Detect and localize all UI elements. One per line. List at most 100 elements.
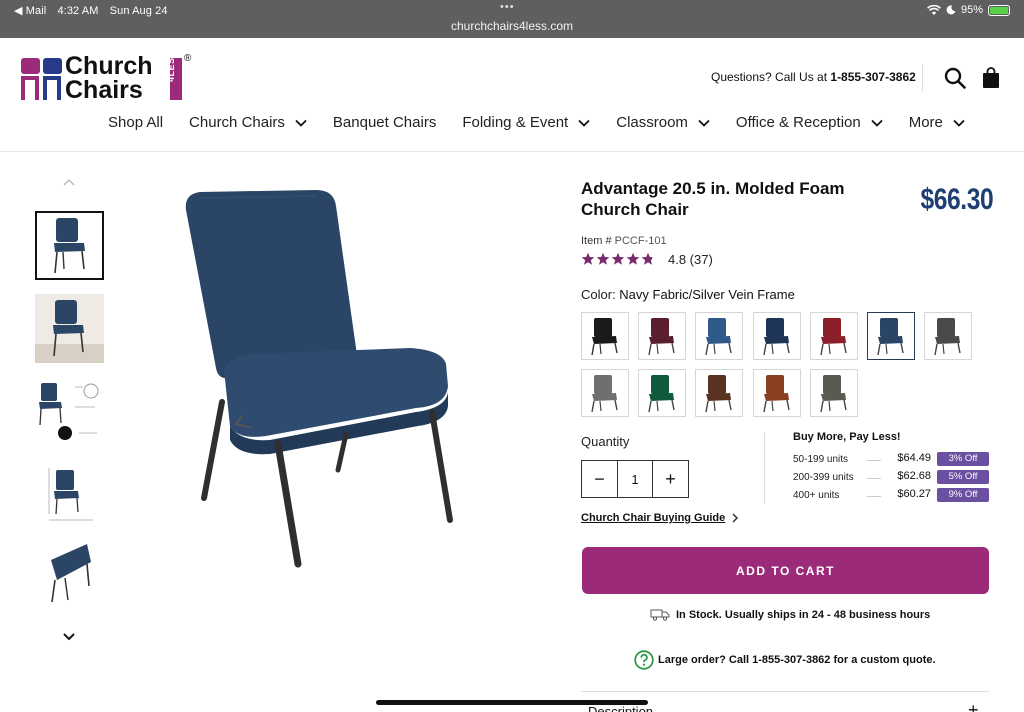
nav-label: Church Chairs <box>189 114 285 131</box>
color-swatch[interactable] <box>638 312 687 360</box>
nav-shop-all[interactable]: Shop All <box>108 114 163 131</box>
swatch-chair-image <box>820 375 847 413</box>
large-order-notice[interactable]: Large order? Call 1-855-307-3862 for a c… <box>634 650 936 670</box>
battery-percent: 95% <box>960 4 983 16</box>
color-swatch[interactable] <box>695 312 744 360</box>
back-to-mail-link[interactable]: ◀ Mail <box>14 5 46 17</box>
site-logo[interactable]: Church Chairs 4LESS ® <box>20 51 200 104</box>
nav-banquet-chairs[interactable]: Banquet Chairs <box>333 114 436 131</box>
tier-price: $60.27 <box>897 488 931 500</box>
tier-discount-badge: 3% Off <box>937 452 989 466</box>
tier-units: 400+ units <box>793 490 840 501</box>
chevron-right-icon <box>732 513 739 523</box>
swatch-chair-image <box>591 375 618 413</box>
chevron-down-icon <box>295 119 307 127</box>
nav-divider <box>0 151 1024 152</box>
swatch-chair-image <box>705 318 733 356</box>
thumbnail-1[interactable] <box>35 211 104 280</box>
color-swatch[interactable] <box>695 369 744 417</box>
url-bar[interactable]: churchchairs4less.com <box>0 19 1024 33</box>
contact-phone[interactable]: Questions? Call Us at 1-855-307-3862 <box>711 70 916 84</box>
color-swatch[interactable] <box>809 369 858 417</box>
status-right: 95% <box>927 4 1010 16</box>
color-swatch[interactable] <box>752 369 801 417</box>
description-toggle-label[interactable]: Description <box>588 704 653 712</box>
price-tier-row: 50-199 units $64.49 3% Off <box>793 452 989 467</box>
thumbnail-3[interactable] <box>35 377 104 446</box>
color-swatch[interactable] <box>809 312 858 360</box>
chevron-down-icon[interactable] <box>62 632 76 642</box>
phone-number[interactable]: 1-855-307-3862 <box>830 70 915 84</box>
add-to-cart-button[interactable]: ADD TO CART <box>582 547 989 594</box>
status-left: ◀ Mail 4:32 AM Sun Aug 24 <box>14 4 176 17</box>
swatch-chair-image <box>877 318 904 356</box>
tier-price: $62.68 <box>897 470 931 482</box>
buying-guide-link[interactable]: Church Chair Buying Guide <box>581 512 739 524</box>
chevron-down-icon <box>953 119 965 127</box>
swatch-chair-image <box>648 318 675 356</box>
star-icon <box>581 252 595 265</box>
price-tier-row: 200-399 units $62.68 5% Off <box>793 470 989 485</box>
tier-discount-badge: 9% Off <box>937 488 989 502</box>
tier-units: 50-199 units <box>793 454 849 465</box>
search-icon[interactable] <box>944 67 966 89</box>
price-tier-row: 400+ units $60.27 9% Off <box>793 488 989 503</box>
quantity-label: Quantity <box>581 434 630 449</box>
multitasking-dots-icon[interactable]: ••• <box>500 1 515 13</box>
nav-folding-event[interactable]: Folding & Event <box>462 114 590 131</box>
plus-icon[interactable]: + <box>968 700 979 712</box>
item-number-value: PCCF-101 <box>614 235 667 247</box>
status-date: Sun Aug 24 <box>109 5 168 17</box>
tier-divider <box>764 432 765 504</box>
color-swatch[interactable] <box>581 312 629 360</box>
thumbnail-5[interactable] <box>35 540 104 609</box>
chevron-down-icon <box>578 119 590 127</box>
color-value: Navy Fabric/Silver Vein Frame <box>619 287 795 302</box>
shopping-bag-icon[interactable] <box>982 67 1000 89</box>
question-circle-icon <box>634 650 654 670</box>
swatch-chair-image <box>762 375 790 413</box>
swatch-chair-image <box>648 375 675 413</box>
thumbnail-2[interactable] <box>35 294 104 363</box>
rating-stars[interactable] <box>581 252 655 266</box>
swatch-chair-image <box>934 318 961 356</box>
star-icon <box>641 252 655 265</box>
tier-price: $64.49 <box>897 452 931 464</box>
color-swatch[interactable] <box>867 312 915 360</box>
main-nav: Shop All Church Chairs Banquet Chairs Fo… <box>108 114 991 131</box>
rating-text[interactable]: 4.8 (37) <box>668 252 713 267</box>
nav-label: Banquet Chairs <box>332 114 437 131</box>
ios-home-indicator[interactable] <box>376 700 648 705</box>
quantity-stepper: − 1 + <box>581 460 689 498</box>
stock-status: In Stock. Usually ships in 24 - 48 busin… <box>650 609 930 621</box>
color-swatch[interactable] <box>581 369 629 417</box>
nav-office-reception[interactable]: Office & Reception <box>736 114 883 131</box>
tier-dash <box>867 460 881 461</box>
item-label: Item # <box>581 235 612 247</box>
color-label-prefix: Color: <box>581 287 620 302</box>
swatch-chair-image <box>591 318 618 356</box>
nav-church-chairs[interactable]: Church Chairs <box>189 114 307 131</box>
color-swatch[interactable] <box>924 312 973 360</box>
tier-discount-badge: 5% Off <box>937 470 989 484</box>
moon-icon <box>946 5 956 15</box>
nav-classroom[interactable]: Classroom <box>616 114 710 131</box>
swatch-chair-image <box>762 318 790 356</box>
nav-label: Classroom <box>616 114 688 131</box>
buy-more-title: Buy More, Pay Less! <box>793 431 901 443</box>
large-order-text: Large order? Call 1-855-307-3862 for a c… <box>658 654 936 666</box>
product-title: Advantage 20.5 in. Molded Foam Church Ch… <box>581 179 845 219</box>
thumbnail-4[interactable] <box>35 460 104 529</box>
product-price: $66.30 <box>920 183 994 216</box>
swatch-chair-image <box>705 375 733 413</box>
quantity-input[interactable]: 1 <box>617 461 653 497</box>
color-swatch[interactable] <box>638 369 687 417</box>
quantity-increase-button[interactable]: + <box>653 461 688 497</box>
nav-label: Folding & Event <box>462 114 569 131</box>
questions-label: Questions? Call Us at <box>711 70 831 84</box>
chevron-up-icon[interactable] <box>62 177 76 187</box>
color-swatch[interactable] <box>752 312 801 360</box>
quantity-decrease-button[interactable]: − <box>582 461 617 497</box>
product-main-image[interactable] <box>160 180 480 580</box>
nav-more[interactable]: More <box>909 114 965 131</box>
